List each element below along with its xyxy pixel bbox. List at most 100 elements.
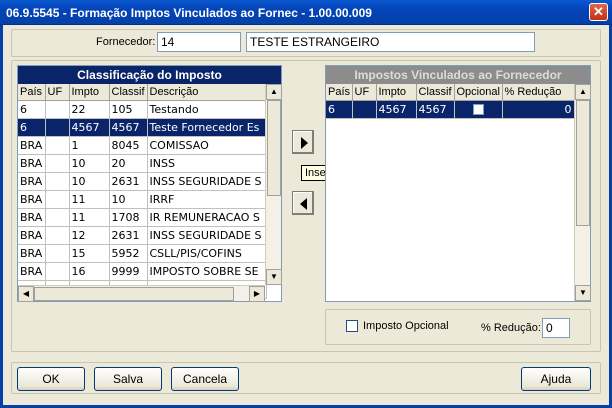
table-row[interactable]: BRA 10 2631 INSS SEGURIDADE S bbox=[18, 172, 267, 191]
table-cell: INSS bbox=[147, 154, 267, 173]
table-cell bbox=[45, 208, 70, 227]
cancela-button[interactable]: Cancela bbox=[171, 367, 239, 391]
classificacao-vscroll[interactable]: ▲ ▼ bbox=[265, 84, 282, 285]
table-row[interactable]: BRA 16 9999 IMPOSTO SOBRE SE bbox=[18, 262, 267, 281]
table-cell bbox=[45, 136, 70, 155]
table-cell: 16 bbox=[69, 262, 110, 281]
classificacao-col-header[interactable]: País bbox=[18, 84, 46, 101]
scroll-left-icon[interactable]: ◀ bbox=[18, 286, 34, 302]
table-cell: 105 bbox=[109, 100, 148, 119]
hscroll-thumb[interactable] bbox=[34, 287, 234, 301]
title-bar: 06.9.5545 - Formação Imptos Vinculados a… bbox=[0, 0, 612, 25]
vinculados-col-header[interactable]: % Redução bbox=[502, 84, 575, 101]
table-cell: 10 bbox=[69, 172, 110, 191]
table-cell bbox=[45, 100, 70, 119]
table-row[interactable]: BRA 10 20 INSS bbox=[18, 154, 267, 173]
window-title: 06.9.5545 - Formação Imptos Vinculados a… bbox=[6, 6, 372, 20]
salva-button[interactable]: Salva bbox=[94, 367, 162, 391]
scroll-up-icon[interactable]: ▲ bbox=[266, 84, 282, 100]
table-cell: 15 bbox=[69, 244, 110, 263]
table-cell bbox=[45, 190, 70, 209]
table-cell: 8045 bbox=[109, 136, 148, 155]
classificacao-col-header[interactable]: Impto bbox=[69, 84, 110, 101]
vinculados-vscroll[interactable]: ▲ ▼ bbox=[574, 84, 591, 301]
table-cell bbox=[45, 262, 70, 281]
table-row[interactable]: BRA 11 1708 IR REMUNERACAO S bbox=[18, 208, 267, 227]
fornecedor-label: Fornecedor: bbox=[96, 36, 156, 48]
add-row-button[interactable] bbox=[292, 130, 314, 154]
table-cell: 10 bbox=[69, 154, 110, 173]
table-cell: 9999 bbox=[109, 262, 148, 281]
table-cell: Teste Fornecedor Es bbox=[147, 118, 267, 137]
table-cell: BRA bbox=[18, 136, 46, 155]
table-cell: INSS SEGURIDADE S bbox=[147, 172, 267, 191]
table-cell: 10 bbox=[109, 190, 148, 209]
fornecedor-code-field[interactable]: 14 bbox=[157, 32, 241, 52]
vinculados-col-header[interactable]: País bbox=[326, 84, 353, 101]
table-cell: IMPOSTO SOBRE SE bbox=[147, 262, 267, 281]
reducao-label: % Redução: bbox=[481, 322, 541, 334]
vinculados-col-header[interactable]: UF bbox=[352, 84, 377, 101]
table-cell: 4567 bbox=[376, 100, 417, 119]
close-button[interactable]: ✕ bbox=[589, 3, 608, 21]
classificacao-title: Classificação do Imposto bbox=[18, 66, 281, 84]
table-cell bbox=[45, 154, 70, 173]
table-cell: 4567 bbox=[109, 118, 148, 137]
table-cell: 6 bbox=[18, 100, 46, 119]
table-cell: 0 bbox=[502, 100, 575, 119]
scroll-thumb[interactable] bbox=[576, 100, 590, 226]
table-row[interactable]: 6 4567 4567 0 bbox=[326, 100, 575, 119]
table-cell: IRRF bbox=[147, 190, 267, 209]
scroll-down-icon[interactable]: ▼ bbox=[575, 285, 591, 301]
arrow-left-icon bbox=[300, 198, 307, 210]
table-cell: 4567 bbox=[416, 100, 455, 119]
table-cell: COMISSAO bbox=[147, 136, 267, 155]
classificacao-col-header[interactable]: Descrição bbox=[147, 84, 267, 101]
classificacao-col-header[interactable]: Classif bbox=[109, 84, 148, 101]
table-cell: 6 bbox=[18, 118, 46, 137]
vinculados-col-header[interactable]: Opcional bbox=[454, 84, 503, 101]
scroll-thumb[interactable] bbox=[267, 100, 281, 196]
table-row[interactable]: 6 22 105 Testando bbox=[18, 100, 267, 119]
table-row[interactable]: BRA 11 10 IRRF bbox=[18, 190, 267, 209]
table-cell: BRA bbox=[18, 190, 46, 209]
table-cell bbox=[352, 100, 377, 119]
reducao-field[interactable]: 0 bbox=[542, 318, 570, 338]
table-cell: IR REMUNERACAO S bbox=[147, 208, 267, 227]
table-cell bbox=[45, 172, 70, 191]
opcional-label: Imposto Opcional bbox=[363, 320, 449, 332]
ok-button[interactable]: OK bbox=[17, 367, 85, 391]
table-row[interactable]: 6 4567 4567 Teste Fornecedor Es bbox=[18, 118, 267, 137]
table-cell: 11 bbox=[69, 190, 110, 209]
table-cell: 12 bbox=[69, 226, 110, 245]
opcional-row-checkbox[interactable] bbox=[472, 104, 484, 115]
table-cell: BRA bbox=[18, 172, 46, 191]
table-row[interactable]: BRA 15 5952 CSLL/PIS/COFINS bbox=[18, 244, 267, 263]
table-row[interactable]: BRA 1 8045 COMISSAO bbox=[18, 136, 267, 155]
scroll-right-icon[interactable]: ▶ bbox=[249, 286, 265, 302]
scroll-down-icon[interactable]: ▼ bbox=[266, 269, 282, 285]
vinculados-col-header[interactable]: Classif bbox=[416, 84, 455, 101]
table-cell: BRA bbox=[18, 244, 46, 263]
scroll-up-icon[interactable]: ▲ bbox=[575, 84, 591, 100]
table-cell: 1 bbox=[69, 136, 110, 155]
ajuda-button[interactable]: Ajuda bbox=[521, 367, 591, 391]
table-cell: 4567 bbox=[69, 118, 110, 137]
vinculados-col-header[interactable]: Impto bbox=[376, 84, 417, 101]
table-cell bbox=[45, 244, 70, 263]
table-cell: CSLL/PIS/COFINS bbox=[147, 244, 267, 263]
table-cell: BRA bbox=[18, 154, 46, 173]
classificacao-panel: Classificação do Imposto País UF Impto Clas… bbox=[17, 65, 282, 302]
remove-row-button[interactable] bbox=[292, 191, 314, 215]
table-cell: 11 bbox=[69, 208, 110, 227]
classificacao-col-header[interactable]: UF bbox=[45, 84, 70, 101]
table-cell: 1708 bbox=[109, 208, 148, 227]
table-cell: 6 bbox=[326, 100, 353, 119]
classificacao-hscroll[interactable]: ◀ ▶ bbox=[18, 285, 265, 302]
opcional-checkbox[interactable] bbox=[346, 320, 358, 332]
table-cell: 22 bbox=[69, 100, 110, 119]
vinculados-panel: Impostos Vinculados ao Fornecedor País UF… bbox=[325, 65, 591, 302]
vinculados-title: Impostos Vinculados ao Fornecedor bbox=[326, 66, 590, 84]
fornecedor-name-field[interactable]: TESTE ESTRANGEIRO bbox=[246, 32, 535, 52]
table-row[interactable]: BRA 12 2631 INSS SEGURIDADE S bbox=[18, 226, 267, 245]
